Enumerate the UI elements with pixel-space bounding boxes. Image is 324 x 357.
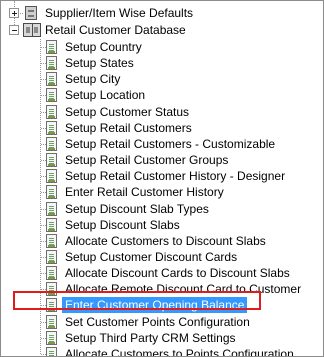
- tree-item[interactable]: Setup Location: [1, 87, 323, 103]
- tree-item[interactable]: Setup Retail Customers - Customizable: [1, 136, 323, 152]
- document-icon: [46, 234, 57, 248]
- document-icon: [46, 266, 57, 280]
- document-icon: [46, 88, 57, 102]
- tree-item[interactable]: Setup Retail Customer Groups: [1, 152, 323, 168]
- tree-item[interactable]: Allocate Remote Discount Card to Custome…: [1, 281, 323, 297]
- document-icon: [46, 121, 57, 135]
- tree-item-label: Supplier/Item Wise Defaults: [45, 6, 194, 20]
- tree-item-label: Allocate Remote Discount Card to Custome…: [65, 282, 302, 296]
- tree-item-label: Setup Retail Customers: [65, 121, 192, 135]
- document-icon: [46, 298, 57, 312]
- document-icon: [46, 218, 57, 232]
- document-icon: [46, 347, 57, 356]
- document-icon: [46, 315, 57, 329]
- tree-item[interactable]: Setup Discount Slabs: [1, 217, 323, 233]
- tree-item-label: Allocate Customers to Points Configurati…: [65, 347, 294, 357]
- tree-item-label: Setup Retail Customer History - Designer: [65, 169, 286, 183]
- tree-item-label: Setup Discount Slab Types: [65, 202, 209, 216]
- tree-item-label: Allocate Discount Cards to Discount Slab…: [65, 266, 290, 280]
- tree-item[interactable]: Setup States: [1, 55, 323, 71]
- document-icon: [46, 250, 57, 264]
- tree-item[interactable]: Setup City: [1, 71, 323, 87]
- tree-item-label: Setup Customer Discount Cards: [65, 250, 238, 264]
- tree-item-label: Set Customer Points Configuration: [65, 315, 250, 329]
- tree-item-label: Enter Customer Opening Balance: [62, 297, 248, 313]
- document-icon: [46, 202, 57, 216]
- tree-item-label: Setup States: [65, 56, 134, 70]
- tree-item-label: Enter Retail Customer History: [65, 185, 224, 199]
- tree-item-label: Retail Customer Database: [45, 23, 186, 37]
- document-icon: [46, 185, 57, 199]
- tree-item-label: Setup Country: [65, 40, 142, 54]
- document-icon: [46, 105, 57, 119]
- document-icon: [46, 72, 57, 86]
- tree-item-label: Allocate Customers to Discount Slabs: [65, 234, 266, 248]
- tree-item-label: Setup Location: [65, 88, 146, 102]
- tree-item-label: Setup City: [65, 72, 121, 86]
- tree-item[interactable]: Setup Retail Customer History - Designer: [1, 168, 323, 184]
- tree-item[interactable]: Setup Third Party CRM Settings: [1, 330, 323, 346]
- cabinet-icon: [25, 6, 37, 20]
- tree: Supplier/Item Wise Defaults Retail Custo…: [1, 1, 323, 356]
- tree-item[interactable]: Allocate Customers to Points Configurati…: [1, 346, 323, 357]
- tree-view[interactable]: Supplier/Item Wise Defaults Retail Custo…: [0, 0, 324, 357]
- tree-item[interactable]: Enter Retail Customer History: [1, 184, 323, 200]
- tree-item[interactable]: Setup Customer Status: [1, 104, 323, 120]
- tree-item-label: Setup Customer Status: [65, 105, 190, 119]
- tree-item-label: Setup Retail Customer Groups: [65, 153, 229, 167]
- tree-item-retail-customer-database[interactable]: Retail Customer Database: [1, 22, 323, 38]
- tree-item[interactable]: Allocate Discount Cards to Discount Slab…: [1, 265, 323, 281]
- tree-item[interactable]: Set Customer Points Configuration: [1, 314, 323, 330]
- tree-item[interactable]: Enter Customer Opening Balance: [1, 297, 323, 313]
- tree-item-supplier-item-wise-defaults[interactable]: Supplier/Item Wise Defaults: [1, 5, 323, 21]
- tree-item[interactable]: Setup Customer Discount Cards: [1, 249, 323, 265]
- tree-item-label: Setup Retail Customers - Customizable: [65, 137, 276, 151]
- document-icon: [46, 169, 57, 183]
- document-icon: [46, 282, 57, 296]
- document-icon: [46, 40, 57, 54]
- tree-item[interactable]: Setup Retail Customers: [1, 120, 323, 136]
- tree-item[interactable]: Allocate Customers to Discount Slabs: [1, 233, 323, 249]
- document-icon: [46, 331, 57, 345]
- tree-item[interactable]: Setup Discount Slab Types: [1, 201, 323, 217]
- collapse-button[interactable]: [9, 25, 19, 35]
- document-icon: [46, 153, 57, 167]
- expand-button[interactable]: [9, 8, 19, 18]
- book-icon: [23, 23, 41, 37]
- document-icon: [46, 137, 57, 151]
- document-icon: [46, 56, 57, 70]
- tree-item[interactable]: Setup Country: [1, 39, 323, 55]
- tree-item-label: Setup Discount Slabs: [65, 218, 180, 232]
- tree-item-label: Setup Third Party CRM Settings: [65, 331, 236, 345]
